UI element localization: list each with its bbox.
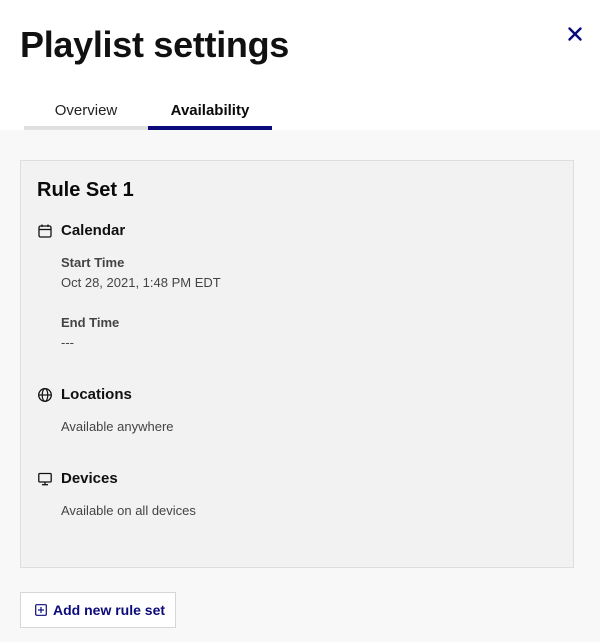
locations-value: Available anywhere <box>61 419 174 434</box>
calendar-section-header: Calendar <box>37 222 125 239</box>
page-title: Playlist settings <box>20 24 289 65</box>
locations-section-header: Locations <box>37 386 132 403</box>
globe-icon <box>37 387 53 403</box>
locations-label: Locations <box>61 386 132 403</box>
close-icon <box>568 27 582 41</box>
devices-section-header: Devices <box>37 470 118 487</box>
monitor-icon <box>37 471 53 487</box>
calendar-label: Calendar <box>61 222 126 239</box>
start-time-label: Start Time <box>61 255 125 270</box>
tab-availability[interactable]: Availability <box>148 96 272 130</box>
add-rule-set-button[interactable]: Add new rule set <box>20 592 176 628</box>
calendar-icon <box>37 223 53 239</box>
end-time-label: End Time <box>61 315 120 330</box>
tab-overview[interactable]: Overview <box>24 96 148 130</box>
devices-value: Available on all devices <box>61 503 196 518</box>
dialog-header: Playlist settings Overview Availability <box>0 0 600 130</box>
rule-set-title: Rule Set 1 <box>37 179 134 201</box>
tab-bar: Overview Availability <box>24 96 272 130</box>
rule-set-card: Rule Set 1 Calendar Start Time Oct 28, 2… <box>20 160 574 568</box>
add-rule-set-label: Add new rule set <box>53 602 166 618</box>
end-time-value: --- <box>61 335 74 350</box>
plus-square-icon <box>35 604 47 616</box>
tab-content: Rule Set 1 Calendar Start Time Oct 28, 2… <box>0 130 600 642</box>
close-button[interactable] <box>563 22 587 46</box>
devices-label: Devices <box>61 470 118 487</box>
start-time-value: Oct 28, 2021, 1:48 PM EDT <box>61 275 221 290</box>
